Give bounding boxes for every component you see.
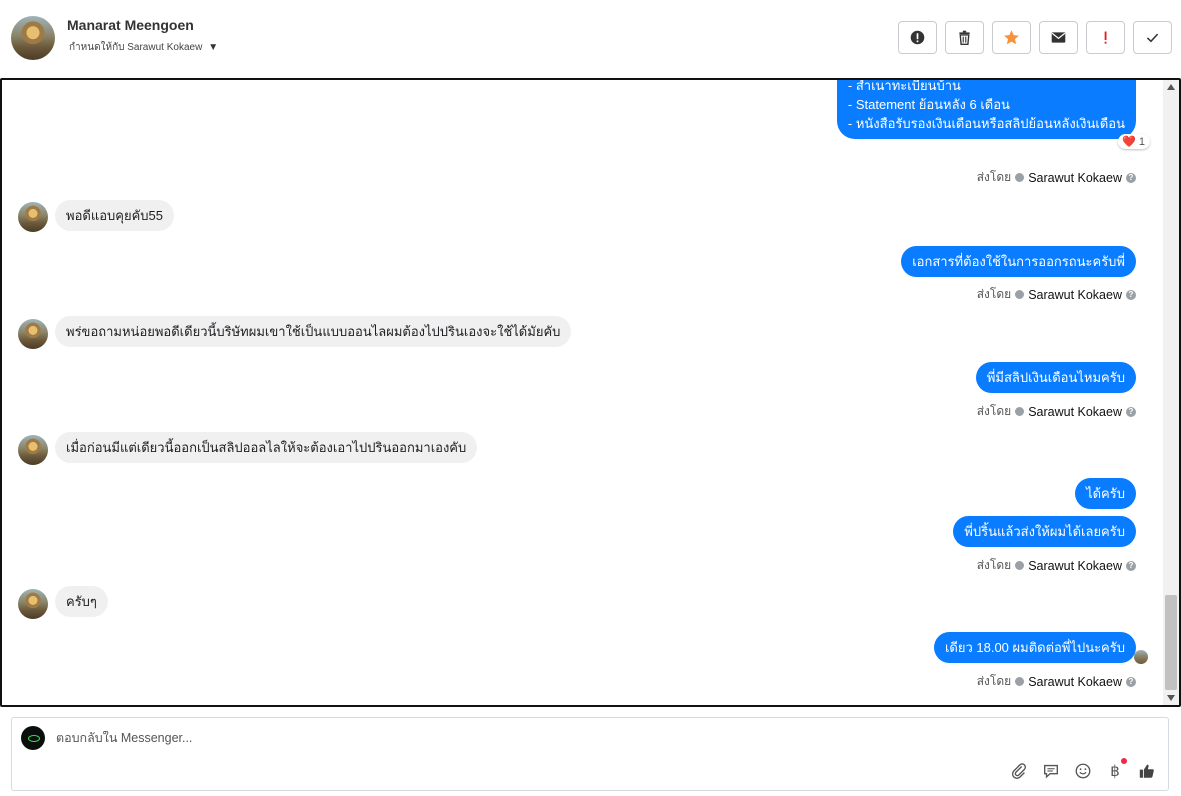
reaction-count: 1 (1138, 135, 1145, 148)
like-icon (1139, 764, 1154, 778)
incoming-message[interactable]: เมื่อก่อนมีแต่เดียวนี้ออกเป็นสลิปออลไลให… (55, 432, 478, 463)
list-line: - สำเนาทะเบียนบ้าน (847, 78, 961, 93)
assignee-dropdown[interactable]: กำหนดให้กับ Sarawut Kokaew ▼ (69, 40, 218, 55)
incoming-message[interactable]: พร่ขอถามหน่อยพอดีเดียวนี้บริษัทผมเขาใช้เ… (55, 316, 572, 347)
help-icon[interactable]: ? (1126, 172, 1136, 183)
reply-composer: ฿ (11, 717, 1169, 791)
mark-done-button[interactable] (1133, 21, 1172, 54)
caret-down-icon: ▼ (208, 42, 219, 53)
outgoing-message[interactable]: ได้ครับ (1075, 478, 1136, 509)
attachment-icon (1011, 763, 1026, 779)
report-icon (910, 30, 925, 45)
verified-icon (1015, 290, 1025, 299)
list-line: - Statement ย้อนหลัง 6 เดือน (847, 97, 1010, 112)
outgoing-message[interactable]: พี่มีสลิปเงินเดือนไหมครับ (975, 362, 1136, 393)
contact-avatar[interactable] (11, 16, 55, 60)
sent-by-name: Sarawut Kokaew (1028, 674, 1122, 689)
sent-by-label: ส่งโดย Sarawut Kokaew ? (977, 168, 1136, 187)
sent-by-name: Sarawut Kokaew (1028, 170, 1122, 185)
sent-by-name: Sarawut Kokaew (1028, 558, 1122, 573)
page-avatar (21, 726, 45, 750)
sent-by-label: ส่งโดย Sarawut Kokaew ? (977, 402, 1136, 421)
sent-by-label: ส่งโดย Sarawut Kokaew ? (977, 285, 1136, 304)
reaction-badge[interactable]: ❤️ 1 (1118, 134, 1150, 149)
contact-avatar-small (18, 202, 48, 232)
sent-by-prefix: ส่งโดย (976, 558, 1012, 572)
saved-reply-icon (1044, 764, 1058, 779)
composer-tools: ฿ (1010, 758, 1156, 780)
assignee-label: กำหนดให้กับ Sarawut Kokaew (69, 42, 203, 53)
header-actions (898, 21, 1172, 54)
outgoing-message[interactable]: เอกสารที่ต้องใช้ในการออกรถนะครับพี่ (901, 246, 1136, 277)
sent-by-prefix: ส่งโดย (976, 287, 1012, 301)
emoji-button[interactable] (1074, 762, 1092, 780)
trash-icon (959, 30, 970, 45)
verified-icon (1015, 407, 1025, 416)
envelope-icon (1051, 32, 1066, 43)
sent-by-label: ส่งโดย Sarawut Kokaew ? (977, 556, 1136, 575)
contact-avatar-small (18, 435, 48, 465)
delete-button[interactable] (945, 21, 984, 54)
verified-icon (1015, 677, 1025, 686)
payment-button[interactable]: ฿ (1106, 758, 1127, 780)
seen-avatar (1134, 650, 1148, 664)
conversation-header: Manarat Meengoen กำหนดให้กับ Sarawut Kok… (0, 0, 1181, 78)
attachment-button[interactable] (1010, 762, 1028, 780)
help-icon[interactable]: ? (1126, 289, 1136, 300)
emoji-icon (1075, 763, 1091, 779)
outgoing-message[interactable]: พี่ปริ้นแล้วส่งให้ผมได้เลยครับ (953, 516, 1136, 547)
verified-icon (1015, 561, 1025, 570)
contact-avatar-small (18, 319, 48, 349)
verified-icon (1015, 173, 1025, 182)
outgoing-message-documents[interactable]: - สำเนาทะเบียนบ้าน - Statement ย้อนหลัง … (836, 78, 1136, 139)
star-button[interactable] (992, 21, 1031, 54)
sent-by-prefix: ส่งโดย (976, 170, 1012, 184)
scroll-down-arrow-icon[interactable] (1167, 695, 1175, 701)
message-thread[interactable]: - สำเนาทะเบียนบ้าน - Statement ย้อนหลัง … (0, 78, 1181, 707)
thread-scrollbar[interactable] (1163, 80, 1179, 705)
email-button[interactable] (1039, 21, 1078, 54)
scroll-up-arrow-icon[interactable] (1167, 84, 1175, 90)
heart-icon: ❤️ (1122, 136, 1136, 148)
check-icon (1146, 33, 1159, 43)
list-line: - หนังสือรับรองเงินเดือนหรือสลิปย้อนหลัง… (847, 116, 1125, 131)
reply-input[interactable] (56, 731, 756, 745)
sent-by-name: Sarawut Kokaew (1028, 287, 1122, 302)
help-icon[interactable]: ? (1126, 406, 1136, 417)
outgoing-message[interactable]: เดียว 18.00 ผมติดต่อพี่ไปนะครับ (933, 632, 1136, 663)
saved-reply-button[interactable] (1042, 762, 1060, 780)
priority-button[interactable] (1086, 21, 1125, 54)
priority-icon (1104, 31, 1107, 44)
help-icon[interactable]: ? (1126, 560, 1136, 571)
sent-by-prefix: ส่งโดย (976, 404, 1012, 418)
contact-name[interactable]: Manarat Meengoen (67, 17, 194, 33)
report-button[interactable] (898, 21, 937, 54)
scroll-thumb[interactable] (1165, 595, 1177, 690)
like-button[interactable] (1138, 762, 1156, 780)
notification-dot (1121, 758, 1127, 764)
sent-by-name: Sarawut Kokaew (1028, 404, 1122, 419)
incoming-message[interactable]: พอดีแอบคุยคับ55 (55, 200, 174, 231)
star-icon (1004, 30, 1019, 45)
incoming-message[interactable]: ครับๆ (55, 586, 108, 617)
sent-by-prefix: ส่งโดย (976, 674, 1012, 688)
sent-by-label: ส่งโดย Sarawut Kokaew ? (977, 672, 1136, 691)
baht-icon: ฿ (1110, 762, 1120, 780)
help-icon[interactable]: ? (1126, 676, 1136, 687)
contact-avatar-small (18, 589, 48, 619)
